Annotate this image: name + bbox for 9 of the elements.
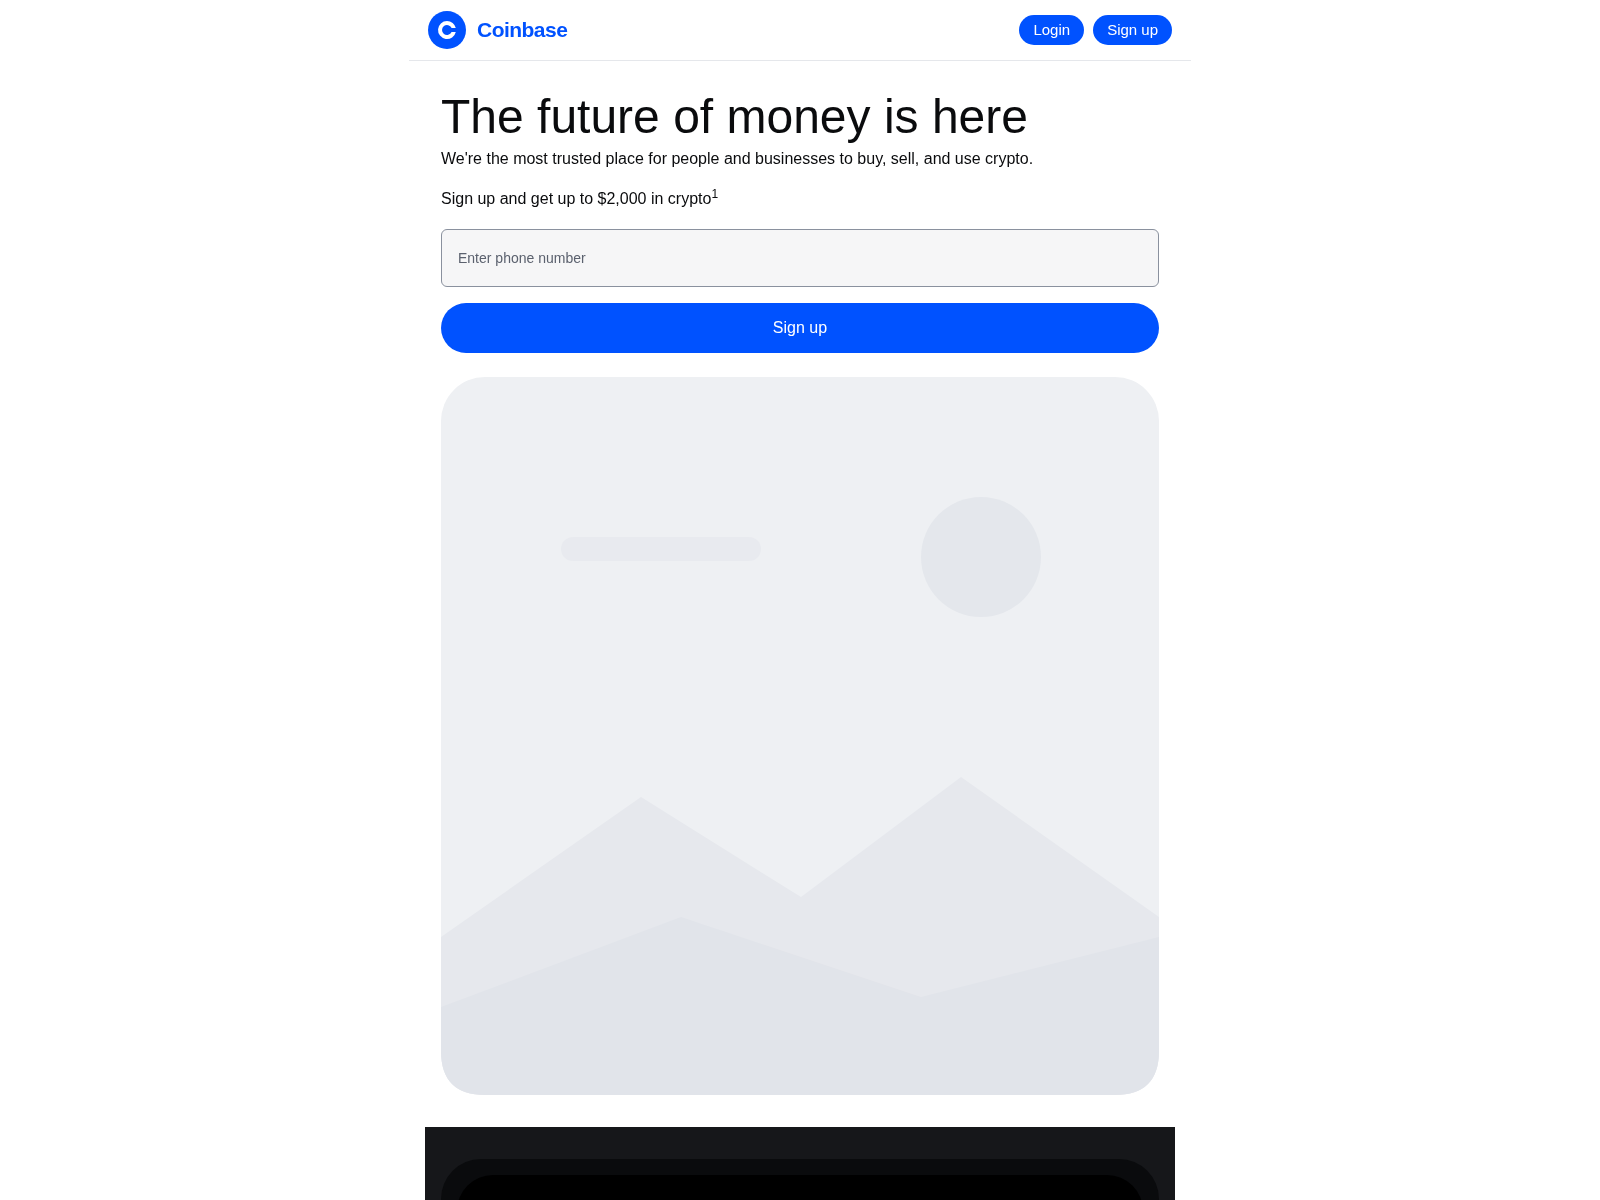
phone-field[interactable]: Enter phone number (441, 229, 1159, 287)
sign-up-cta-button[interactable]: Sign up (441, 303, 1159, 353)
hero-title: The future of money is here (441, 89, 1029, 145)
logo-icon[interactable] (428, 11, 466, 49)
sign-up-button[interactable]: Sign up (1093, 15, 1172, 45)
login-button[interactable]: Login (1019, 15, 1085, 45)
hero-subtitle: We're the most trusted place for people and businesses to buy, sell, and use crypto. (441, 149, 1035, 169)
brand-name: Coinbase (477, 17, 568, 44)
offer-text: Sign up and get up to $2,000 in crypto$^{1}$ (441, 187, 720, 209)
